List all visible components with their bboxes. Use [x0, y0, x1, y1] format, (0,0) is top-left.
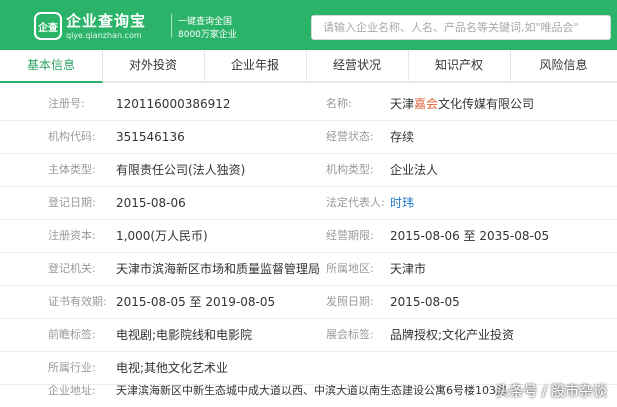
- company-name-highlight: 嘉会: [414, 97, 439, 111]
- label-certificate-validity: 证书有效期:: [48, 295, 107, 308]
- label-foresight-tags: 前瞻标签:: [48, 328, 96, 341]
- value-registration-date: 2015-08-06: [116, 196, 186, 210]
- brand-name[interactable]: 企业查询宝: [66, 10, 146, 31]
- logo-glyph: 企查: [38, 22, 58, 34]
- company-name-suffix: 文化传媒有限公司: [438, 97, 535, 111]
- label-org-type: 机构类型:: [326, 163, 374, 176]
- info-row: 登记机关: 天津市滨海新区市场和质量监督管理局 所属地区: 天津市: [0, 253, 617, 286]
- value-foresight-tags: 电视剧;电影院线和电影院: [116, 328, 253, 342]
- value-operating-period: 2015-08-06 至 2035-08-05: [390, 229, 550, 243]
- label-registered-capital: 注册资本:: [48, 229, 96, 242]
- info-row: 注册资本: 1,000(万人民币) 经营期限: 2015-08-06 至 203…: [0, 220, 617, 253]
- value-region: 天津市: [390, 262, 427, 276]
- value-address: 天津滨海新区中新生态城中成大道以西、中滨大道以南生态建设公寓6号楼103房: [116, 384, 507, 397]
- tab-risk-info[interactable]: 风险信息: [510, 50, 617, 81]
- value-company-name: 天津嘉会文化传媒有限公司: [390, 88, 534, 120]
- label-exhibition-tags: 展会标签:: [326, 328, 374, 341]
- label-license-date: 发照日期:: [326, 295, 374, 308]
- tab-investment[interactable]: 对外投资: [102, 50, 205, 81]
- tab-annual-report[interactable]: 企业年报: [204, 50, 307, 81]
- value-org-code: 351546136: [116, 130, 185, 144]
- value-entity-type: 有限责任公司(法人独资): [116, 163, 246, 177]
- label-registration-authority: 登记机关:: [48, 262, 96, 275]
- info-row: 机构代码: 351546136 经营状态: 存续: [0, 121, 617, 154]
- label-registration-date: 登记日期:: [48, 196, 96, 209]
- label-operating-period: 经营期限:: [326, 229, 374, 242]
- tab-intellectual-property[interactable]: 知识产权: [408, 50, 511, 81]
- legal-representative-link[interactable]: 时玮: [390, 196, 414, 210]
- slogan-line1: 一键查询全国: [178, 17, 233, 27]
- label-company-name: 名称:: [326, 97, 352, 110]
- tab-bar: 基本信息 对外投资 企业年报 经营状况 知识产权 风险信息: [0, 50, 617, 83]
- info-row: 登记日期: 2015-08-06 法定代表人: 时玮: [0, 187, 617, 220]
- label-region: 所属地区:: [326, 262, 374, 275]
- label-address: 企业地址:: [48, 384, 96, 397]
- info-row: 注册号: 120116000386912 名称: 天津嘉会文化传媒有限公司: [0, 88, 617, 121]
- company-name-prefix: 天津: [390, 97, 415, 111]
- value-registration-no: 120116000386912: [116, 97, 231, 111]
- site-header: 企查 企业查询宝 qiye.qianzhan.com 一键查询全国 8000万家…: [0, 0, 617, 50]
- value-business-status: 存续: [390, 130, 415, 144]
- value-license-date: 2015-08-05: [390, 295, 460, 309]
- info-row: 主体类型: 有限责任公司(法人独资) 机构类型: 企业法人: [0, 154, 617, 187]
- value-certificate-validity: 2015-08-05 至 2019-08-05: [116, 295, 276, 309]
- search-input[interactable]: 请输入企业名称、人名、产品名等关键词,如"唯品会": [311, 15, 611, 40]
- tab-basic-info[interactable]: 基本信息: [0, 50, 103, 83]
- slogan-line2: 8000万家企业: [178, 30, 237, 40]
- watermark-text: 头条号 / 股市杂谈: [495, 384, 607, 400]
- value-registered-capital: 1,000(万人民币): [116, 229, 208, 243]
- value-registration-authority: 天津市滨海新区市场和质量监督管理局: [116, 262, 321, 276]
- label-org-code: 机构代码:: [48, 130, 96, 143]
- brand-domain: qiye.qianzhan.com: [66, 31, 142, 40]
- label-legal-representative: 法定代表人:: [326, 196, 385, 209]
- label-registration-no: 注册号:: [48, 97, 85, 110]
- tab-operation-status[interactable]: 经营状况: [306, 50, 409, 81]
- info-row: 证书有效期: 2015-08-05 至 2019-08-05 发照日期: 201…: [0, 286, 617, 319]
- value-legal-representative[interactable]: 时玮: [390, 187, 414, 219]
- label-entity-type: 主体类型:: [48, 163, 96, 176]
- value-exhibition-tags: 品牌授权;文化产业投资: [390, 328, 515, 342]
- value-org-type: 企业法人: [390, 163, 439, 177]
- logo-icon[interactable]: 企查: [34, 12, 62, 40]
- header-divider: [171, 14, 172, 38]
- info-row: 前瞻标签: 电视剧;电影院线和电影院 展会标签: 品牌授权;文化产业投资: [0, 319, 617, 352]
- label-business-status: 经营状态:: [326, 130, 374, 143]
